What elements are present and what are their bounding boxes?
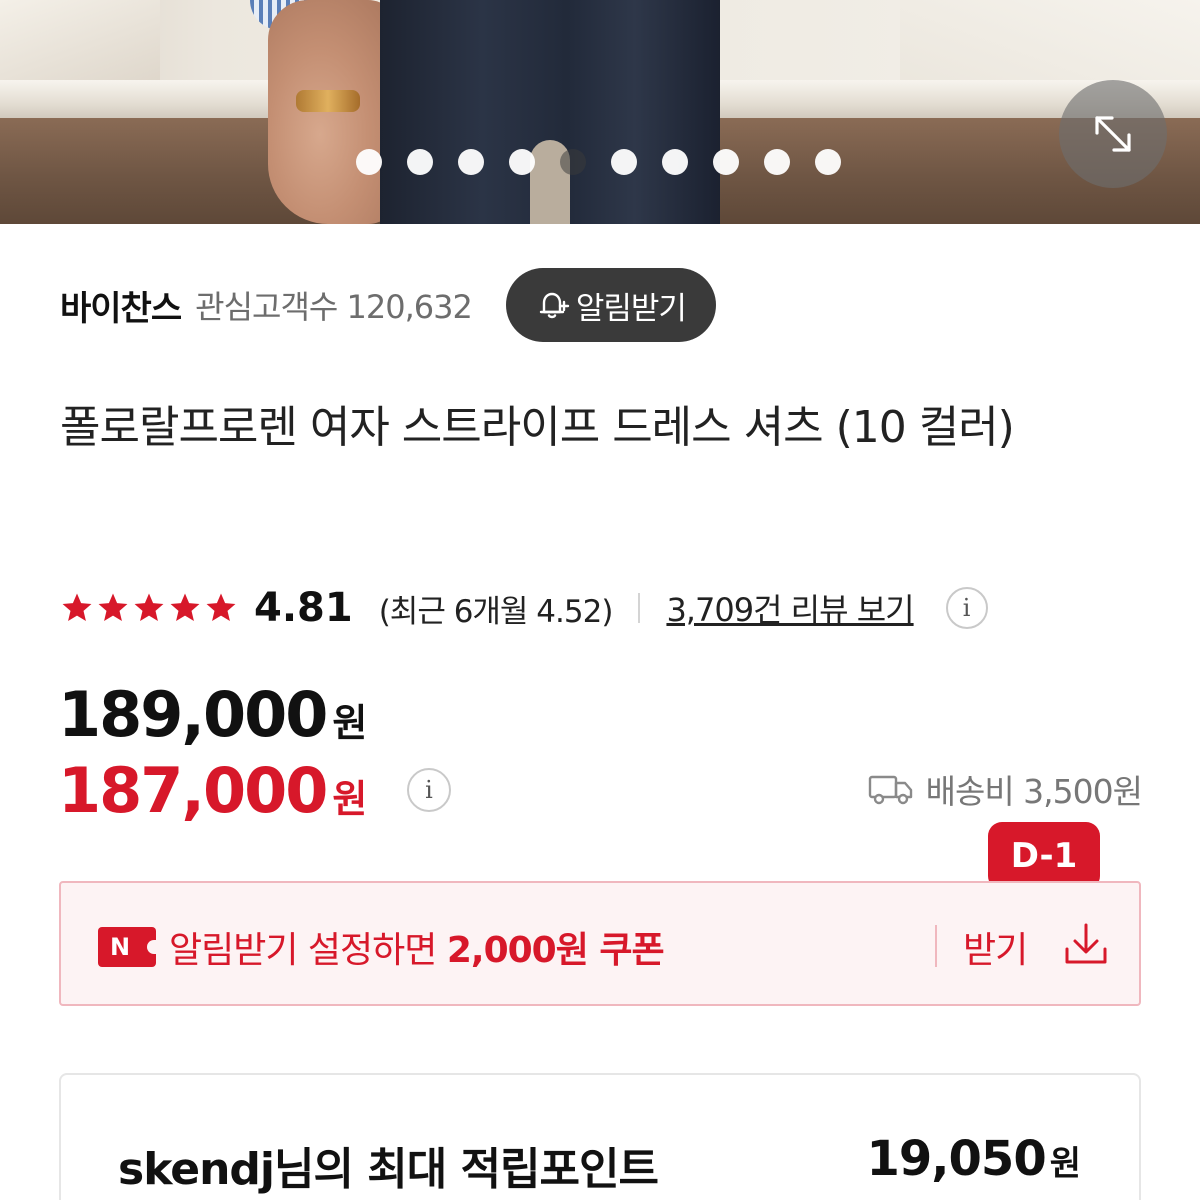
points-label: skendj님의 최대 적립포인트 (118, 1144, 659, 1195)
star-icon (206, 593, 236, 622)
coupon-banner[interactable]: N 알림받기 설정하면 2,000원 쿠폰 받기 (59, 881, 1141, 1006)
sale-price: 187,000 원 (58, 754, 368, 827)
shipping-fee: 배송비 3,500원 (868, 764, 1143, 814)
notify-button-label: 알림받기 (575, 290, 687, 327)
pagination-dot[interactable] (560, 149, 586, 175)
bell-plus-icon (539, 292, 570, 319)
divider (638, 593, 641, 623)
price-info-icon[interactable]: i (407, 768, 451, 812)
coupon-get-label[interactable]: 받기 (963, 921, 1028, 973)
store-name[interactable]: 바이찬스 (60, 281, 182, 330)
info-icon[interactable]: i (945, 587, 988, 629)
pagination-dot[interactable] (407, 149, 433, 175)
naver-n-icon: N (98, 927, 157, 967)
points-card: skendj님의 최대 적립포인트 19,050 원 (59, 1073, 1141, 1200)
original-price-value: 189,000 (58, 678, 328, 751)
pagination-dot[interactable] (713, 149, 739, 175)
dday-badge: D-1 (988, 822, 1100, 904)
product-image[interactable] (0, 0, 1200, 224)
rating-row: 4.81 (최근 6개월 4.52) 3,709건 리뷰 보기 i (60, 584, 988, 632)
points-value: 19,050 원 (866, 1131, 1081, 1187)
points-unit: 원 (1049, 1144, 1081, 1184)
review-link[interactable]: 3,709건 리뷰 보기 (666, 585, 914, 631)
recent-rating: (최근 6개월 4.52) (378, 593, 614, 630)
follower-count: 관심고객수 120,632 (195, 288, 473, 326)
expand-arrows-icon (1095, 116, 1131, 152)
product-title: 폴로랄프로렌 여자 스트라이프 드레스 셔츠 (10 컬러) (60, 402, 1015, 453)
sale-price-value: 187,000 (58, 754, 328, 827)
original-price: 189,000 원 (58, 678, 368, 751)
pagination-dot[interactable] (356, 149, 382, 175)
notify-button[interactable]: 알림받기 (505, 268, 716, 342)
original-price-unit: 원 (332, 701, 368, 745)
rating-score: 4.81 (254, 585, 353, 631)
pagination-dot[interactable] (509, 149, 535, 175)
star-icon (134, 593, 164, 622)
coupon-amount: 2,000원 쿠폰 (446, 930, 665, 971)
gallery-pagination[interactable] (356, 148, 841, 176)
coupon-message-prefix: 알림받기 설정하면 (169, 930, 447, 971)
coupon-message: 알림받기 설정하면 2,000원 쿠폰 (169, 921, 665, 973)
pagination-dot[interactable] (458, 149, 484, 175)
star-icon (62, 593, 92, 622)
photo-arm (268, 0, 398, 224)
star-icon (98, 593, 128, 622)
expand-button[interactable] (1059, 80, 1167, 188)
sale-price-unit: 원 (332, 777, 368, 821)
star-icon (170, 593, 200, 622)
photo-watch (296, 90, 360, 112)
coupon-divider (935, 925, 937, 967)
pagination-dot[interactable] (764, 149, 790, 175)
points-amount: 19,050 (866, 1131, 1046, 1187)
shipping-fee-label: 배송비 3,500원 (925, 772, 1143, 811)
store-row: 바이찬스 관심고객수 120,632 알림받기 (60, 268, 716, 342)
photo-jeans (380, 0, 720, 224)
pagination-dot[interactable] (662, 149, 688, 175)
pagination-dot[interactable] (815, 149, 841, 175)
pagination-dot[interactable] (611, 149, 637, 175)
download-icon[interactable] (1061, 919, 1111, 969)
truck-icon (868, 775, 912, 805)
product-info: 바이찬스 관심고객수 120,632 알림받기 폴로랄프로렌 여자 스트라이프 … (0, 224, 1200, 1200)
rating-stars (60, 591, 238, 625)
